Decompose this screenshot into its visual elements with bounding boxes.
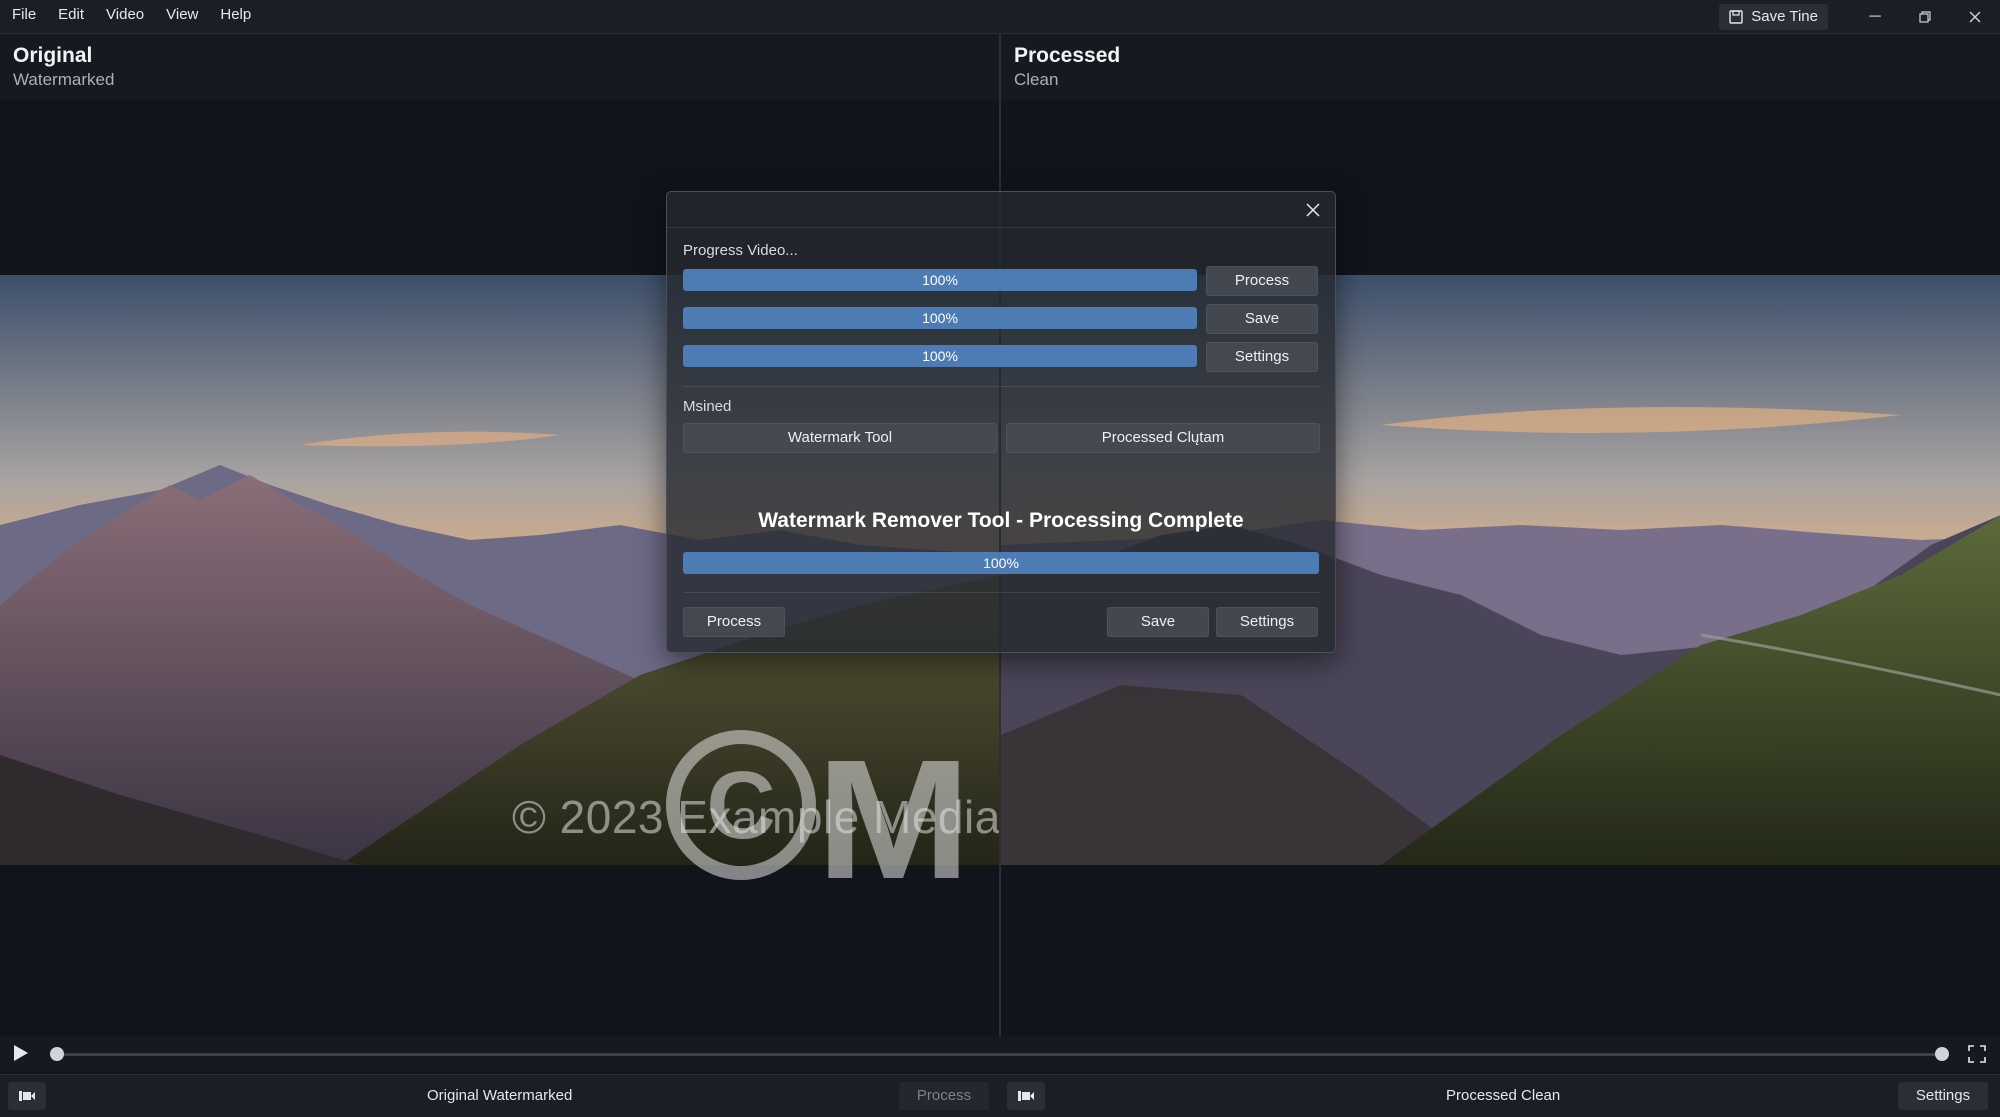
- processed-pane-subtitle: Clean: [1014, 70, 1059, 89]
- mode-section-label: Msined: [683, 398, 732, 415]
- progress-bar-2: 100%: [683, 307, 1197, 329]
- timeline-start-handle[interactable]: [50, 1047, 64, 1061]
- original-camera-button[interactable]: [8, 1082, 46, 1110]
- restore-button[interactable]: [1900, 0, 1950, 33]
- watermark-text: © 2023 Example Media: [512, 791, 999, 843]
- status-bar: Original Watermarked Process Processed C…: [0, 1074, 2000, 1117]
- original-pane-header: Original Watermarked: [0, 34, 999, 101]
- menu-help[interactable]: Help: [209, 0, 262, 33]
- processed-clean-button[interactable]: Processed Clųtam: [1006, 423, 1320, 453]
- close-icon: [1969, 11, 1981, 22]
- status-process-button[interactable]: Process: [899, 1082, 989, 1110]
- title-controls: Save Tine ─: [1719, 0, 2000, 33]
- menu-edit[interactable]: Edit: [47, 0, 95, 33]
- footer-settings-button[interactable]: Settings: [1216, 607, 1318, 637]
- overall-progress-bar: 100%: [683, 552, 1319, 574]
- menu-video[interactable]: Video: [95, 0, 155, 33]
- save-time-label: Save Tine: [1751, 8, 1818, 25]
- processed-pane-title: Processed: [1014, 44, 1121, 67]
- original-pane-subtitle: Watermarked: [13, 70, 115, 89]
- dialog-close-button[interactable]: [1301, 198, 1325, 222]
- processing-dialog: Progress Video... 100% Process 100% Save…: [666, 191, 1336, 653]
- save-time-button[interactable]: Save Tine: [1719, 3, 1828, 30]
- progress-bar-3-value: 100%: [922, 348, 958, 364]
- progress-section-label: Progress Video...: [683, 242, 798, 259]
- dialog-titlebar: [667, 192, 1335, 228]
- footer-process-button[interactable]: Process: [683, 607, 785, 637]
- play-icon[interactable]: [14, 1045, 28, 1061]
- dialog-heading: Watermark Remover Tool - Processing Comp…: [758, 509, 1244, 532]
- overall-progress-value: 100%: [983, 555, 1019, 571]
- minimize-icon: ─: [1869, 7, 1881, 25]
- timeline-end-handle[interactable]: [1935, 1047, 1949, 1061]
- footer-save-button[interactable]: Save: [1107, 607, 1209, 637]
- close-icon: [1306, 203, 1320, 217]
- progress-bar-2-value: 100%: [922, 310, 958, 326]
- row-settings-button[interactable]: Settings: [1206, 342, 1318, 372]
- playback-bar: [0, 1036, 2000, 1072]
- progress-bar-3: 100%: [683, 345, 1197, 367]
- video-camera-icon: [1018, 1091, 1034, 1101]
- processed-pane-header: Processed Clean: [1001, 34, 2000, 101]
- progress-bar-1: 100%: [683, 269, 1197, 291]
- original-status-label: Original Watermarked: [427, 1087, 573, 1104]
- dialog-footer-separator: [683, 592, 1319, 593]
- processed-camera-button[interactable]: [1007, 1082, 1045, 1110]
- menu-view[interactable]: View: [155, 0, 209, 33]
- minimize-button[interactable]: ─: [1850, 0, 1900, 33]
- menu-bar: File Edit Video View Help Save Tine ─: [0, 0, 2000, 34]
- timeline-scrubber[interactable]: [56, 1053, 1942, 1056]
- row-process-button[interactable]: Process: [1206, 266, 1318, 296]
- original-pane-title: Original: [13, 44, 93, 67]
- video-camera-icon: [19, 1091, 35, 1101]
- fullscreen-icon[interactable]: [1968, 1045, 1986, 1063]
- restore-icon: [1919, 10, 1931, 23]
- processed-status-label: Processed Clean: [1446, 1087, 1561, 1104]
- save-icon: [1729, 9, 1743, 24]
- menu-file[interactable]: File: [0, 0, 47, 33]
- row-save-button[interactable]: Save: [1206, 304, 1318, 334]
- close-window-button[interactable]: [1950, 0, 2000, 33]
- dialog-separator: [683, 386, 1319, 387]
- watermark-tool-button[interactable]: Watermark Tool: [683, 423, 997, 453]
- progress-bar-1-value: 100%: [922, 272, 958, 288]
- status-settings-button[interactable]: Settings: [1898, 1082, 1988, 1110]
